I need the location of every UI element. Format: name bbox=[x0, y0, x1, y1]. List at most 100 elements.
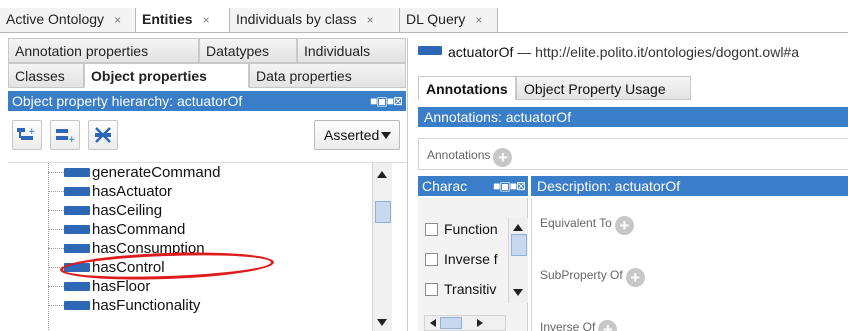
tree-connector bbox=[48, 305, 64, 306]
tab-label: Individuals by class bbox=[236, 11, 357, 27]
inverse-functional-checkbox[interactable]: Inverse f bbox=[425, 251, 505, 267]
tree-item-label: hasFloor bbox=[92, 278, 151, 295]
tree-scrollbar[interactable] bbox=[372, 163, 392, 331]
tab-label: Entities bbox=[142, 11, 193, 27]
scroll-left-icon[interactable] bbox=[430, 319, 436, 327]
tab-individuals-by-class[interactable]: Individuals by class × bbox=[230, 8, 400, 32]
section-label: SubProperty Of bbox=[540, 268, 623, 282]
scroll-thumb[interactable] bbox=[511, 234, 527, 256]
object-property-icon bbox=[64, 168, 90, 177]
tab-active-ontology[interactable]: Active Ontology × bbox=[0, 8, 136, 32]
add-sibling-property-icon: + bbox=[56, 129, 76, 144]
description-header: Description: actuatorOf bbox=[531, 176, 848, 196]
subtab-datatypes[interactable]: Datatypes bbox=[199, 38, 297, 63]
tree-item-label: generateCommand bbox=[92, 164, 221, 181]
scroll-thumb[interactable] bbox=[440, 317, 462, 329]
object-property-icon bbox=[64, 206, 90, 215]
view-controls-icon[interactable]: ■▣■⊠ bbox=[493, 179, 526, 193]
delete-property-button[interactable] bbox=[88, 120, 118, 150]
object-property-icon bbox=[418, 46, 442, 55]
add-sub-property-button[interactable]: + bbox=[12, 120, 42, 150]
annotations-section: Annotations + bbox=[418, 138, 848, 170]
close-icon[interactable]: × bbox=[475, 13, 482, 27]
entity-name: actuatorOf bbox=[448, 44, 514, 60]
add-sibling-property-button[interactable]: + bbox=[50, 120, 80, 150]
close-icon[interactable]: × bbox=[114, 13, 121, 27]
tab-bar-divider bbox=[0, 32, 848, 33]
checkbox-box[interactable] bbox=[425, 252, 438, 266]
entity-view-tabs: Annotations Object Property Usage bbox=[418, 76, 848, 100]
tree-connector bbox=[48, 172, 64, 173]
subtab-data-properties[interactable]: Data properties bbox=[249, 63, 406, 88]
description-panel: Equivalent To + SubProperty Of + Inverse O… bbox=[531, 198, 848, 331]
tab-label: Active Ontology bbox=[6, 11, 105, 27]
annotations-label: Annotations + bbox=[427, 148, 513, 167]
property-tree: generateCommand hasActuator hasCeiling h… bbox=[8, 162, 406, 331]
transitive-checkbox[interactable]: Transitiv bbox=[425, 281, 505, 297]
view-controls-icon[interactable]: ■▣■⊠ bbox=[370, 94, 403, 108]
annotations-header: Annotations: actuatorOf bbox=[418, 107, 848, 127]
hierarchy-header: Object property hierarchy: actuatorOf ■▣… bbox=[8, 91, 406, 111]
tree-item[interactable]: hasCeiling bbox=[48, 201, 162, 220]
subtab-annotation-properties[interactable]: Annotation properties bbox=[8, 38, 199, 63]
characteristics-title: Charac bbox=[422, 178, 468, 194]
entity-type-tabs: Annotation properties Datatypes Individu… bbox=[8, 38, 406, 88]
tree-item-label: hasCommand bbox=[92, 221, 186, 238]
asserted-label: Asserted bbox=[324, 127, 380, 143]
add-sub-property-icon: + bbox=[17, 127, 36, 140]
checkbox-label: Transitiv bbox=[444, 281, 497, 297]
tree-item[interactable]: generateCommand bbox=[48, 163, 220, 182]
tree-connector bbox=[48, 229, 64, 230]
hierarchy-title: Object property hierarchy: actuatorOf bbox=[12, 93, 243, 109]
scroll-right-icon[interactable] bbox=[477, 319, 483, 327]
scroll-down-icon[interactable] bbox=[377, 319, 387, 326]
add-subproperty-icon[interactable]: + bbox=[625, 268, 645, 287]
asserted-dropdown[interactable]: Asserted bbox=[314, 120, 400, 150]
checkbox-box[interactable] bbox=[425, 222, 438, 236]
scroll-thumb[interactable] bbox=[375, 201, 391, 223]
svg-text:+: + bbox=[28, 127, 36, 137]
tab-annotations[interactable]: Annotations bbox=[418, 76, 516, 100]
tab-entities[interactable]: Entities × bbox=[136, 8, 230, 32]
scroll-up-icon[interactable] bbox=[377, 171, 387, 178]
add-equivalent-icon[interactable]: + bbox=[614, 216, 634, 235]
svg-text:+: + bbox=[68, 135, 76, 144]
subtab-individuals[interactable]: Individuals bbox=[297, 38, 406, 63]
main-tab-bar: Active Ontology × Entities × Individuals b… bbox=[0, 0, 848, 36]
tab-dl-query[interactable]: DL Query × bbox=[400, 8, 498, 32]
close-icon[interactable]: × bbox=[367, 13, 374, 27]
tree-item[interactable]: hasFloor bbox=[48, 277, 150, 296]
tree-item-label: hasCeiling bbox=[92, 202, 163, 219]
close-icon[interactable]: × bbox=[203, 13, 210, 27]
scroll-up-icon[interactable] bbox=[513, 224, 523, 231]
functional-checkbox[interactable]: Function bbox=[425, 221, 505, 237]
subtab-classes[interactable]: Classes bbox=[8, 63, 84, 88]
annotations-label-text: Annotations bbox=[427, 148, 491, 162]
section-label: Inverse Of bbox=[540, 320, 596, 331]
scroll-down-icon[interactable] bbox=[513, 289, 523, 296]
characteristics-scrollbar[interactable] bbox=[508, 218, 528, 303]
checkbox-box[interactable] bbox=[425, 282, 438, 296]
tree-item[interactable]: hasFunctionality bbox=[48, 296, 200, 315]
characteristics-h-scrollbar[interactable] bbox=[424, 315, 506, 331]
checkbox-label: Inverse f bbox=[444, 251, 498, 267]
characteristics-header: Charac ■▣■⊠ bbox=[418, 176, 528, 196]
add-inverse-icon[interactable]: + bbox=[598, 320, 618, 331]
inverse-of-section: Inverse Of + bbox=[540, 320, 618, 331]
subtab-object-properties[interactable]: Object properties bbox=[84, 63, 249, 88]
tree-item[interactable]: hasActuator bbox=[48, 182, 172, 201]
chevron-down-icon bbox=[381, 132, 391, 139]
checkbox-label: Function bbox=[444, 221, 498, 237]
equivalent-to-section: Equivalent To + bbox=[540, 216, 634, 235]
tab-label: DL Query bbox=[406, 11, 466, 27]
hierarchy-toolbar: + + Asserted bbox=[8, 114, 406, 158]
object-property-icon bbox=[64, 225, 90, 234]
tree-item-label: hasActuator bbox=[92, 183, 173, 200]
add-annotation-icon[interactable]: + bbox=[493, 148, 513, 167]
tab-object-property-usage[interactable]: Object Property Usage bbox=[516, 76, 691, 100]
tree-connector bbox=[48, 286, 64, 287]
delete-property-icon bbox=[95, 127, 111, 143]
tree-item[interactable]: hasCommand bbox=[48, 220, 185, 239]
left-pane: Annotation properties Datatypes Individu… bbox=[0, 38, 408, 331]
section-label: Equivalent To bbox=[540, 216, 612, 230]
